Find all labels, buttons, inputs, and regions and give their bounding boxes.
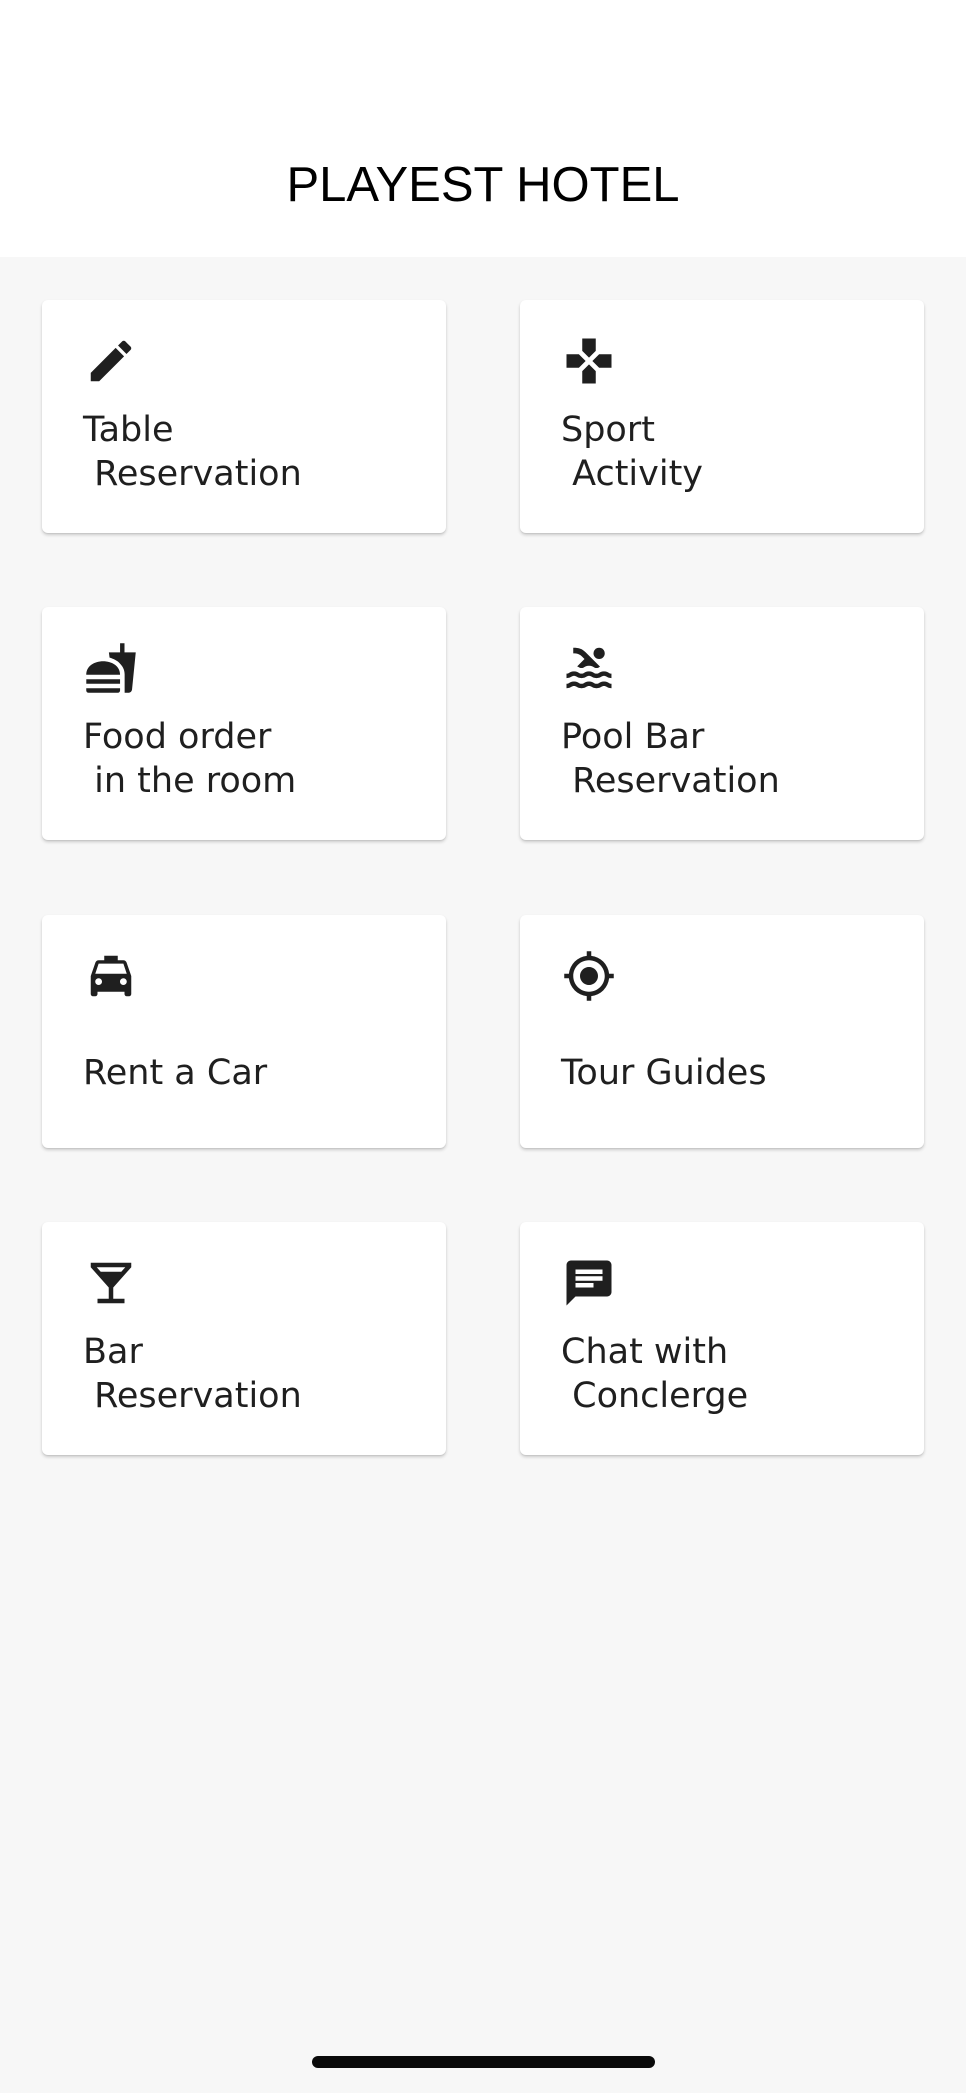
card-label: Bar Reservation (83, 1332, 302, 1416)
services-grid: Table Reservation Sport Activity Food or… (0, 0, 966, 2093)
cocktail-icon (84, 1256, 138, 1310)
chat-icon (562, 1256, 616, 1310)
card-label: Rent a Car (83, 1053, 268, 1093)
card-label: Sport Activity (561, 410, 704, 494)
bar-reservation-card[interactable]: Bar Reservation (42, 1222, 446, 1455)
target-icon (562, 949, 616, 1003)
tour-guides-card[interactable]: Tour Guides (520, 915, 924, 1148)
card-label: Chat with Conclerge (561, 1332, 749, 1416)
pool-bar-reservation-card[interactable]: Pool Bar Reservation (520, 607, 924, 840)
food-order-card[interactable]: Food order in the room (42, 607, 446, 840)
card-label: Tour Guides (561, 1053, 767, 1093)
sport-activity-card[interactable]: Sport Activity (520, 300, 924, 533)
pool-icon (562, 641, 616, 695)
table-reservation-card[interactable]: Table Reservation (42, 300, 446, 533)
card-label: Pool Bar Reservation (561, 717, 780, 801)
card-label: Table Reservation (83, 410, 302, 494)
card-label: Food order in the room (83, 717, 297, 801)
rent-a-car-card[interactable]: Rent a Car (42, 915, 446, 1148)
chat-concierge-card[interactable]: Chat with Conclerge (520, 1222, 924, 1455)
home-indicator[interactable] (312, 2056, 655, 2068)
taxi-icon (84, 949, 138, 1003)
fastfood-icon (84, 641, 138, 695)
pencil-icon (84, 334, 138, 388)
gamepad-icon (562, 334, 616, 388)
